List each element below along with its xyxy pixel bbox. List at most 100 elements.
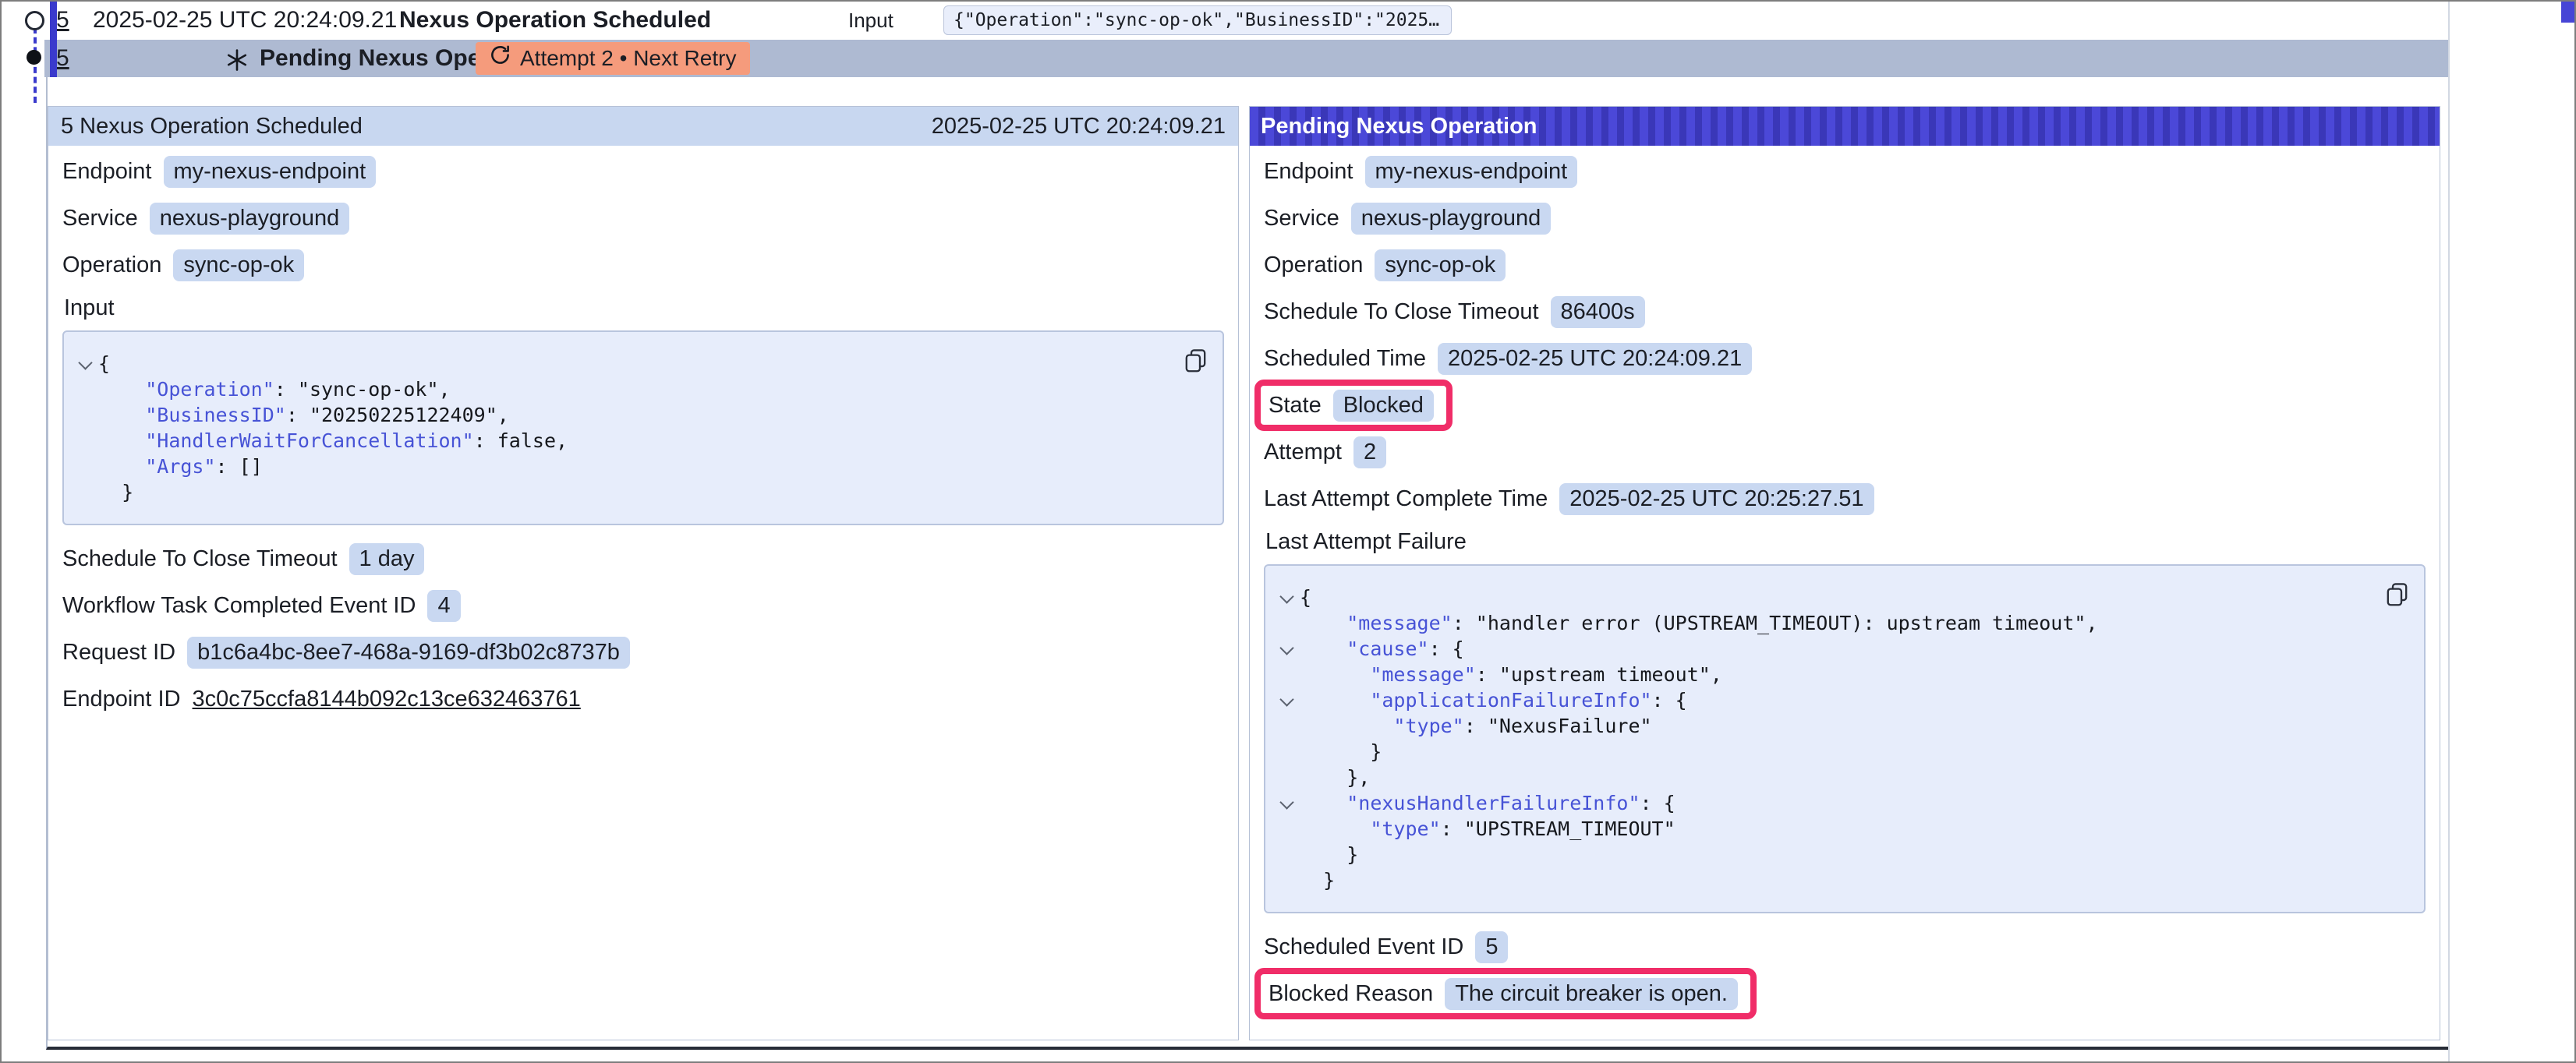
scheduled-panel-body: Endpointmy-nexus-endpointServicenexus-pl… [48, 146, 1238, 1040]
collapse-chevron-icon[interactable] [73, 351, 98, 376]
field-label: Workflow Task Completed Event ID [62, 593, 416, 619]
field-row: Endpoint ID 3c0c75ccfa8144b092c13ce632463… [62, 683, 1224, 715]
field-row: Operation sync-op-ok [1264, 249, 2426, 281]
code-line: "message": "handler error (UPSTREAM_TIME… [1275, 610, 2369, 636]
copy-icon[interactable] [1183, 348, 1208, 380]
code-text: { [98, 351, 110, 376]
field-row: Schedule To Close Timeout 1 day [62, 542, 1224, 575]
chevron-gutter [1275, 816, 1300, 842]
field-row: Operation sync-op-ok [62, 249, 1224, 281]
retry-attempt-badge[interactable]: Attempt 2 • Next Retry [476, 42, 750, 75]
field-label: Last Attempt Complete Time [1264, 486, 1548, 512]
field-label: Attempt [1264, 440, 1342, 465]
code-line: "type": "NexusFailure" [1275, 713, 2369, 739]
event-row-pending[interactable]: 5 Pending Nexus Operation Attempt 2 • Ne… [44, 40, 2448, 77]
event-row-scheduled[interactable]: 5 2025-02-25 UTC 20:24:09.21 Nexus Opera… [2, 2, 2448, 39]
code-line: "Operation": "sync-op-ok", [73, 376, 1168, 402]
chevron-gutter [73, 454, 98, 479]
code-line: "applicationFailureInfo": { [1275, 687, 2369, 713]
annotation-highlight: StateBlocked [1254, 380, 1453, 431]
expanded-event-details: 5 Nexus Operation Scheduled 2025-02-25 U… [46, 77, 2448, 1050]
field-value-link[interactable]: 3c0c75ccfa8144b092c13ce632463761 [193, 687, 581, 712]
field-row: Schedule To Close Timeout86400s [1264, 295, 2426, 328]
retry-badge-label: Attempt 2 • Next Retry [520, 42, 736, 75]
field-row: Scheduled Event ID 5 [1264, 931, 2426, 963]
field-row: Workflow Task Completed Event ID4 [62, 589, 1224, 622]
chevron-gutter [1275, 713, 1300, 739]
code-line: "BusinessID": "20250225122409", [73, 402, 1168, 428]
collapse-chevron-icon[interactable] [1275, 584, 1300, 610]
code-line: } [73, 479, 1168, 505]
vertical-scrollbar-thumb[interactable] [2561, 2, 2574, 23]
field-value-pill: 2025-02-25 UTC 20:24:09.21 [1438, 343, 1752, 375]
event-id-link[interactable]: 5 [56, 2, 69, 39]
event-detail-label: Input [848, 2, 893, 39]
code-line: { [73, 351, 1168, 376]
code-text: "nexusHandlerFailureInfo": { [1300, 790, 1675, 816]
event-rows: 5 2025-02-25 UTC 20:24:09.21 Nexus Opera… [2, 2, 2448, 77]
pending-panel-body: Endpointmy-nexus-endpointServicenexus-pl… [1250, 146, 2440, 1040]
field-label: Scheduled Time [1264, 346, 1426, 372]
field-value-pill: 1 day [349, 543, 425, 575]
timeline-filled-circle-icon [27, 50, 41, 65]
collapse-chevron-icon[interactable] [1275, 687, 1300, 713]
field-label: Schedule To Close Timeout [62, 546, 338, 572]
field-value-pill: nexus-playground [150, 203, 350, 235]
field-label: Operation [1264, 253, 1363, 278]
field-value-pill: 2 [1353, 436, 1386, 468]
field-row: Request ID b1c6a4bc-8ee7-468a-9169-df3b02… [62, 636, 1224, 669]
collapse-chevron-icon[interactable] [1275, 636, 1300, 662]
field-value-pill: b1c6a4bc-8ee7-468a-9169-df3b02c8737b [187, 637, 630, 669]
chevron-gutter [1275, 610, 1300, 636]
json-code: { "message": "handler error (UPSTREAM_TI… [1275, 584, 2369, 893]
code-text: } [1300, 867, 1335, 893]
code-text: "message": "upstream timeout", [1300, 662, 1722, 687]
timeline-open-circle-icon [25, 11, 44, 30]
field-label: Endpoint [1264, 159, 1353, 185]
input-json-block: { "Operation": "sync-op-ok", "BusinessID… [62, 330, 1224, 525]
collapse-chevron-icon[interactable] [1275, 790, 1300, 816]
field-label: Operation [62, 253, 161, 278]
field-label: Scheduled Event ID [1264, 934, 1463, 960]
failure-section-label: Last Attempt Failure [1265, 529, 2426, 555]
panel-title: 5 Nexus Operation Scheduled [61, 114, 363, 139]
field-value-pill: sync-op-ok [173, 249, 304, 281]
field-row: StateBlocked [1269, 389, 1434, 422]
code-line: { [1275, 584, 2369, 610]
fields-group: Scheduled Event ID 5 Blocked ReasonThe cir… [1264, 931, 2426, 1024]
field-value-pill: 86400s [1551, 296, 1645, 328]
event-history-region: 5 2025-02-25 UTC 20:24:09.21 Nexus Opera… [2, 2, 2450, 1061]
chevron-gutter [1275, 662, 1300, 687]
code-line: "nexusHandlerFailureInfo": { [1275, 790, 2369, 816]
retry-icon [490, 42, 511, 75]
pending-operation-panel: Pending Nexus Operation Endpointmy-nexus… [1249, 106, 2440, 1040]
failure-json-block: { "message": "handler error (UPSTREAM_TI… [1264, 564, 2426, 913]
field-value-pill: Blocked [1333, 390, 1434, 422]
chevron-gutter [1275, 842, 1300, 867]
code-line: } [1275, 867, 2369, 893]
event-id-link[interactable]: 5 [56, 40, 69, 77]
field-label: Endpoint [62, 159, 152, 185]
field-value-pill: sync-op-ok [1375, 249, 1506, 281]
code-line: } [1275, 739, 2369, 765]
field-label: Service [62, 206, 138, 231]
code-text: { [1300, 584, 1311, 610]
code-line: } [1275, 842, 2369, 867]
chevron-gutter [73, 428, 98, 454]
field-row: Blocked ReasonThe circuit breaker is ope… [1269, 977, 1738, 1010]
code-text: "HandlerWaitForCancellation": false, [98, 428, 568, 454]
event-history-page: 5 2025-02-25 UTC 20:24:09.21 Nexus Opera… [0, 0, 2576, 1063]
field-label: Request ID [62, 640, 175, 666]
chevron-gutter [1275, 765, 1300, 790]
code-text: "message": "handler error (UPSTREAM_TIME… [1300, 610, 2098, 636]
event-detail-json-pill: {"Operation":"sync-op-ok","BusinessID":"… [943, 5, 1452, 35]
field-label: Endpoint ID [62, 687, 181, 712]
copy-icon[interactable] [2384, 581, 2410, 613]
field-row: Servicenexus-playground [1264, 202, 2426, 235]
code-text: } [1300, 739, 1382, 765]
code-text: "Args": [] [98, 454, 263, 479]
code-text: "type": "NexusFailure" [1300, 713, 1652, 739]
code-line: "type": "UPSTREAM_TIMEOUT" [1275, 816, 2369, 842]
nexus-star-icon [225, 46, 249, 83]
field-value-pill: 5 [1475, 931, 1508, 963]
